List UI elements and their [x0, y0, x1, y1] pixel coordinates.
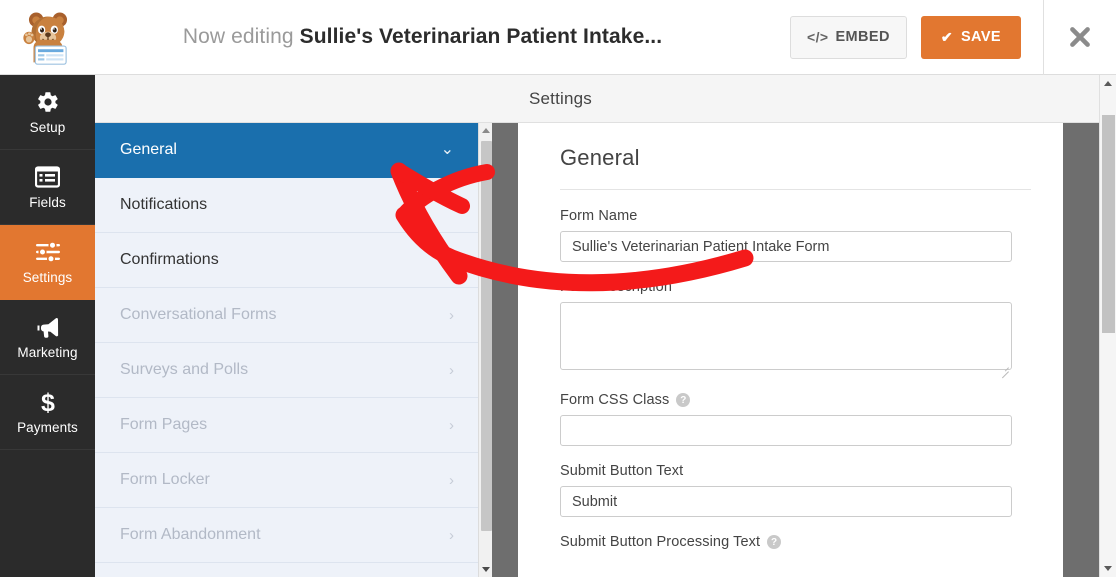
sliders-icon — [35, 239, 61, 265]
settings-tab-conversational-forms[interactable]: Conversational Forms › — [95, 288, 478, 343]
editing-form-title: Sullie's Veterinarian Patient Intake... — [300, 25, 663, 48]
content-heading: General — [560, 145, 1031, 190]
app-header: Now editing Sullie's Veterinarian Patien… — [0, 0, 1116, 75]
question-mark-icon[interactable]: ? — [676, 393, 690, 407]
embed-button-label: EMBED — [835, 29, 889, 45]
chevron-down-icon: ⌄ — [441, 142, 454, 158]
label-text: Form Name — [560, 208, 637, 224]
gear-icon — [36, 89, 60, 115]
sidebar-item-payments[interactable]: $ Payments — [0, 375, 95, 450]
form-css-class-label: Form CSS Class ? — [560, 392, 1031, 408]
sidebar-item-label: Fields — [29, 195, 66, 210]
settings-tab-label: Conversational Forms — [120, 306, 277, 324]
settings-tab-label: Surveys and Polls — [120, 361, 248, 379]
settings-tab-label: Confirmations — [120, 251, 219, 269]
megaphone-icon — [35, 314, 61, 340]
embed-button[interactable]: </> EMBED — [790, 16, 907, 59]
field-form-description: Form Description — [560, 279, 1031, 375]
label-text: Submit Button Processing Text — [560, 534, 760, 550]
sidebar-item-label: Marketing — [17, 345, 77, 360]
sidebar-item-fields[interactable]: Fields — [0, 150, 95, 225]
chevron-right-icon: › — [449, 528, 454, 543]
scroll-down-arrow-icon[interactable] — [479, 562, 493, 577]
chevron-right-icon: › — [449, 418, 454, 433]
svg-text:$: $ — [41, 389, 55, 415]
settings-tab-form-locker[interactable]: Form Locker › — [95, 453, 478, 508]
save-button-label: SAVE — [961, 29, 1001, 45]
page-scrollbar[interactable] — [1099, 75, 1116, 577]
sidebar-item-settings[interactable]: Settings — [0, 225, 95, 300]
chevron-right-icon: › — [449, 198, 454, 213]
settings-header-bar: Settings — [95, 75, 1116, 123]
panel-divider-strip — [492, 123, 518, 577]
submit-button-processing-text-label: Submit Button Processing Text ? — [560, 534, 1031, 550]
scroll-up-arrow-icon[interactable] — [479, 123, 493, 138]
code-brackets-icon: </> — [807, 29, 828, 45]
now-editing-label: Now editing — [183, 25, 294, 48]
chevron-right-icon: › — [449, 473, 454, 488]
panel-list-scroll-thumb[interactable] — [481, 141, 492, 531]
settings-panel-list: General ⌄ Notifications › Confirmations … — [95, 123, 478, 577]
submit-button-text-label: Submit Button Text — [560, 463, 1031, 479]
form-name-label: Form Name — [560, 208, 1031, 224]
panel-list-scrollbar[interactable] — [478, 123, 492, 577]
submit-button-text-input[interactable] — [560, 486, 1012, 517]
settings-tab-label: General — [120, 141, 177, 159]
sidebar-item-marketing[interactable]: Marketing — [0, 300, 95, 375]
field-form-css-class: Form CSS Class ? — [560, 392, 1031, 446]
field-submit-button-text: Submit Button Text — [560, 463, 1031, 517]
close-button[interactable] — [1044, 0, 1116, 75]
label-text: Submit Button Text — [560, 463, 683, 479]
close-x-icon — [1067, 24, 1093, 50]
sidebar-item-label: Settings — [23, 270, 73, 285]
page-title: Now editing Sullie's Veterinarian Patien… — [55, 25, 790, 49]
settings-tab-form-abandonment[interactable]: Form Abandonment › — [95, 508, 478, 563]
settings-tab-surveys-and-polls[interactable]: Surveys and Polls › — [95, 343, 478, 398]
settings-tab-label: Form Abandonment — [120, 526, 261, 544]
check-icon: ✔ — [941, 29, 953, 46]
primary-sidebar: Setup Fields Settings Marketing $ Paymen… — [0, 75, 95, 577]
label-text: Form Description — [560, 279, 672, 295]
settings-tab-label: Form Locker — [120, 471, 210, 489]
question-mark-icon[interactable]: ? — [767, 535, 781, 549]
label-text: Form CSS Class — [560, 392, 669, 408]
save-button[interactable]: ✔ SAVE — [921, 16, 1021, 59]
page-scroll-thumb[interactable] — [1102, 115, 1115, 333]
settings-bar-title: Settings — [529, 89, 592, 109]
field-submit-button-processing-text: Submit Button Processing Text ? — [560, 534, 1031, 550]
form-css-class-input[interactable] — [560, 415, 1012, 446]
field-form-name: Form Name — [560, 208, 1031, 262]
page-scroll-down-arrow-icon[interactable] — [1100, 560, 1116, 577]
list-icon — [35, 164, 60, 190]
settings-tab-label: Form Pages — [120, 416, 207, 434]
chevron-right-icon: › — [449, 308, 454, 323]
sidebar-item-setup[interactable]: Setup — [0, 75, 95, 150]
header-actions: </> EMBED ✔ SAVE — [790, 0, 1116, 75]
form-description-textarea[interactable] — [560, 302, 1012, 370]
general-settings-content: General Form Name Form Description Form … — [518, 123, 1063, 577]
form-name-input[interactable] — [560, 231, 1012, 262]
form-description-label: Form Description — [560, 279, 1031, 295]
dollar-icon: $ — [39, 389, 57, 415]
chevron-right-icon: › — [449, 363, 454, 378]
sidebar-item-label: Payments — [17, 420, 78, 435]
settings-tab-confirmations[interactable]: Confirmations — [95, 233, 478, 288]
page-scroll-up-arrow-icon[interactable] — [1100, 75, 1116, 92]
content-right-strip — [1063, 123, 1099, 577]
sidebar-item-label: Setup — [30, 120, 66, 135]
settings-tab-partial[interactable] — [95, 563, 478, 577]
settings-tab-form-pages[interactable]: Form Pages › — [95, 398, 478, 453]
settings-tab-label: Notifications — [120, 196, 207, 214]
settings-tab-notifications[interactable]: Notifications › — [95, 178, 478, 233]
settings-tab-general[interactable]: General ⌄ — [95, 123, 478, 178]
